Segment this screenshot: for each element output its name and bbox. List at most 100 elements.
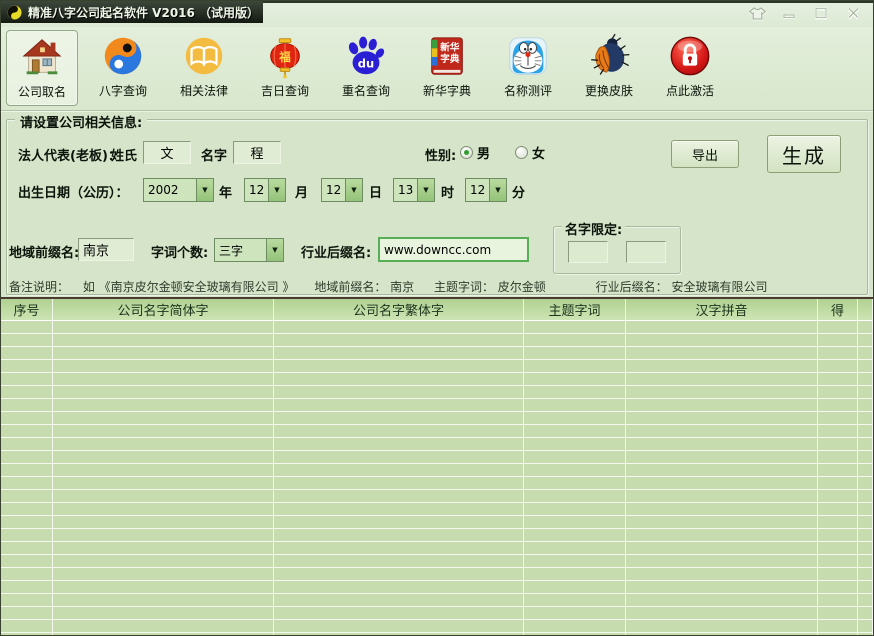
table-cell bbox=[626, 321, 818, 334]
table-row bbox=[1, 490, 873, 503]
region-prefix-input[interactable]: 南京 bbox=[78, 238, 134, 261]
table-cell bbox=[1, 412, 53, 425]
surname-input[interactable]: 文 bbox=[143, 141, 191, 164]
generate-button[interactable]: 生成 bbox=[767, 135, 841, 173]
table-cell bbox=[53, 568, 274, 581]
baidu-paw-icon: du bbox=[343, 33, 389, 79]
name-limit-input-1[interactable] bbox=[568, 241, 608, 263]
table-cell bbox=[626, 347, 818, 360]
toolbar-item-company-naming[interactable]: 公司取名 bbox=[6, 30, 78, 106]
chevron-down-icon[interactable]: ▼ bbox=[266, 239, 283, 261]
table-cell bbox=[858, 529, 873, 542]
window-controls bbox=[745, 5, 865, 21]
toolbar-item-xinhua-dictionary[interactable]: 新华 字典 新华字典 bbox=[411, 30, 483, 106]
toolbar-item-activate[interactable]: 点此激活 bbox=[654, 30, 726, 106]
birth-hour-select[interactable]: 13 ▼ bbox=[393, 178, 435, 202]
toolbar-label: 吉日查询 bbox=[261, 82, 309, 99]
table-cell bbox=[274, 529, 524, 542]
toolbar-item-name-evaluation[interactable]: 名称测评 bbox=[492, 30, 564, 106]
table-cell bbox=[274, 451, 524, 464]
table-cell bbox=[524, 568, 626, 581]
table-cell bbox=[818, 451, 858, 464]
close-button[interactable] bbox=[841, 5, 865, 21]
table-cell bbox=[818, 386, 858, 399]
table-cell bbox=[53, 555, 274, 568]
column-header[interactable]: 公司名字繁体字 bbox=[274, 299, 524, 320]
table-cell bbox=[53, 503, 274, 516]
table-row bbox=[1, 607, 873, 620]
table-cell bbox=[53, 347, 274, 360]
table-cell bbox=[274, 373, 524, 386]
surname-value: 文 bbox=[160, 143, 173, 162]
column-header[interactable]: 序号 bbox=[1, 299, 53, 320]
birth-year-select[interactable]: 2002 ▼ bbox=[143, 178, 214, 202]
column-header[interactable] bbox=[858, 299, 873, 320]
titlebar: 精准八字公司起名软件 V2016 （试用版） bbox=[1, 1, 873, 27]
table-cell bbox=[818, 542, 858, 555]
toolbar-item-duplicate-name-query[interactable]: du 重名查询 bbox=[330, 30, 402, 106]
table-cell bbox=[818, 477, 858, 490]
minimize-button[interactable] bbox=[777, 5, 801, 21]
table-cell bbox=[858, 581, 873, 594]
table-cell bbox=[818, 555, 858, 568]
table-cell bbox=[524, 451, 626, 464]
house-icon bbox=[19, 34, 65, 80]
toolbar-item-bazi-query[interactable]: 八字查询 bbox=[87, 30, 159, 106]
table-cell bbox=[1, 607, 53, 620]
toolbar-item-related-law[interactable]: 相关法律 bbox=[168, 30, 240, 106]
birth-day-select[interactable]: 12 ▼ bbox=[321, 178, 363, 202]
ladybug-icon bbox=[586, 33, 632, 79]
table-cell bbox=[1, 529, 53, 542]
note-label: 备注说明： bbox=[9, 280, 69, 294]
gender-male-label: 男 bbox=[477, 143, 490, 162]
given-name-input[interactable]: 程 bbox=[233, 141, 281, 164]
note-line: 备注说明： 如 《南京皮尔金顿安全玻璃有限公司 》 地域前缀名： 南京 主题字词… bbox=[9, 278, 767, 295]
lock-icon bbox=[667, 33, 713, 79]
table-cell bbox=[1, 594, 53, 607]
results-table-header: 序号公司名字简体字公司名字繁体字主题字词汉字拼音得 bbox=[1, 297, 873, 321]
svg-text:du: du bbox=[358, 57, 374, 71]
table-cell bbox=[1, 464, 53, 477]
table-cell bbox=[1, 347, 53, 360]
table-cell bbox=[818, 360, 858, 373]
skin-button[interactable] bbox=[745, 5, 769, 21]
birth-minute-select[interactable]: 12 ▼ bbox=[465, 178, 507, 202]
toolbar-label: 相关法律 bbox=[180, 82, 228, 99]
chevron-down-icon[interactable]: ▼ bbox=[196, 179, 213, 201]
column-header[interactable]: 主题字词 bbox=[524, 299, 626, 320]
industry-suffix-input[interactable]: www.downcc.com bbox=[378, 237, 529, 262]
table-row bbox=[1, 347, 873, 360]
table-cell bbox=[53, 373, 274, 386]
chevron-down-icon[interactable]: ▼ bbox=[489, 179, 506, 201]
table-row bbox=[1, 529, 873, 542]
shirt-icon bbox=[749, 7, 766, 20]
table-cell bbox=[858, 503, 873, 516]
table-row bbox=[1, 477, 873, 490]
gender-female-radio[interactable]: 女 bbox=[515, 143, 545, 162]
column-header[interactable]: 得 bbox=[818, 299, 858, 320]
table-cell bbox=[53, 464, 274, 477]
table-cell bbox=[53, 386, 274, 399]
name-limit-input-2[interactable] bbox=[626, 241, 666, 263]
chevron-down-icon[interactable]: ▼ bbox=[268, 179, 285, 201]
word-count-select[interactable]: 三字 ▼ bbox=[214, 238, 284, 262]
table-cell bbox=[858, 334, 873, 347]
toolbar-label: 八字查询 bbox=[99, 82, 147, 99]
birth-month-select[interactable]: 12 ▼ bbox=[244, 178, 286, 202]
column-header[interactable]: 汉字拼音 bbox=[626, 299, 818, 320]
doraemon-icon bbox=[505, 33, 551, 79]
chevron-down-icon[interactable]: ▼ bbox=[345, 179, 362, 201]
toolbar-item-change-skin[interactable]: 更换皮肤 bbox=[573, 30, 645, 106]
birth-hour-value: 13 bbox=[394, 179, 417, 201]
table-cell bbox=[818, 412, 858, 425]
chevron-down-icon[interactable]: ▼ bbox=[417, 179, 434, 201]
table-cell bbox=[53, 542, 274, 555]
table-cell bbox=[274, 594, 524, 607]
gender-male-radio[interactable]: 男 bbox=[460, 143, 490, 162]
export-button[interactable]: 导出 bbox=[671, 140, 739, 168]
column-header[interactable]: 公司名字简体字 bbox=[53, 299, 274, 320]
table-cell bbox=[1, 360, 53, 373]
toolbar-item-auspicious-day[interactable]: 福 吉日查询 bbox=[249, 30, 321, 106]
surname-label: 姓氏 bbox=[111, 145, 137, 164]
maximize-button[interactable] bbox=[809, 5, 833, 21]
